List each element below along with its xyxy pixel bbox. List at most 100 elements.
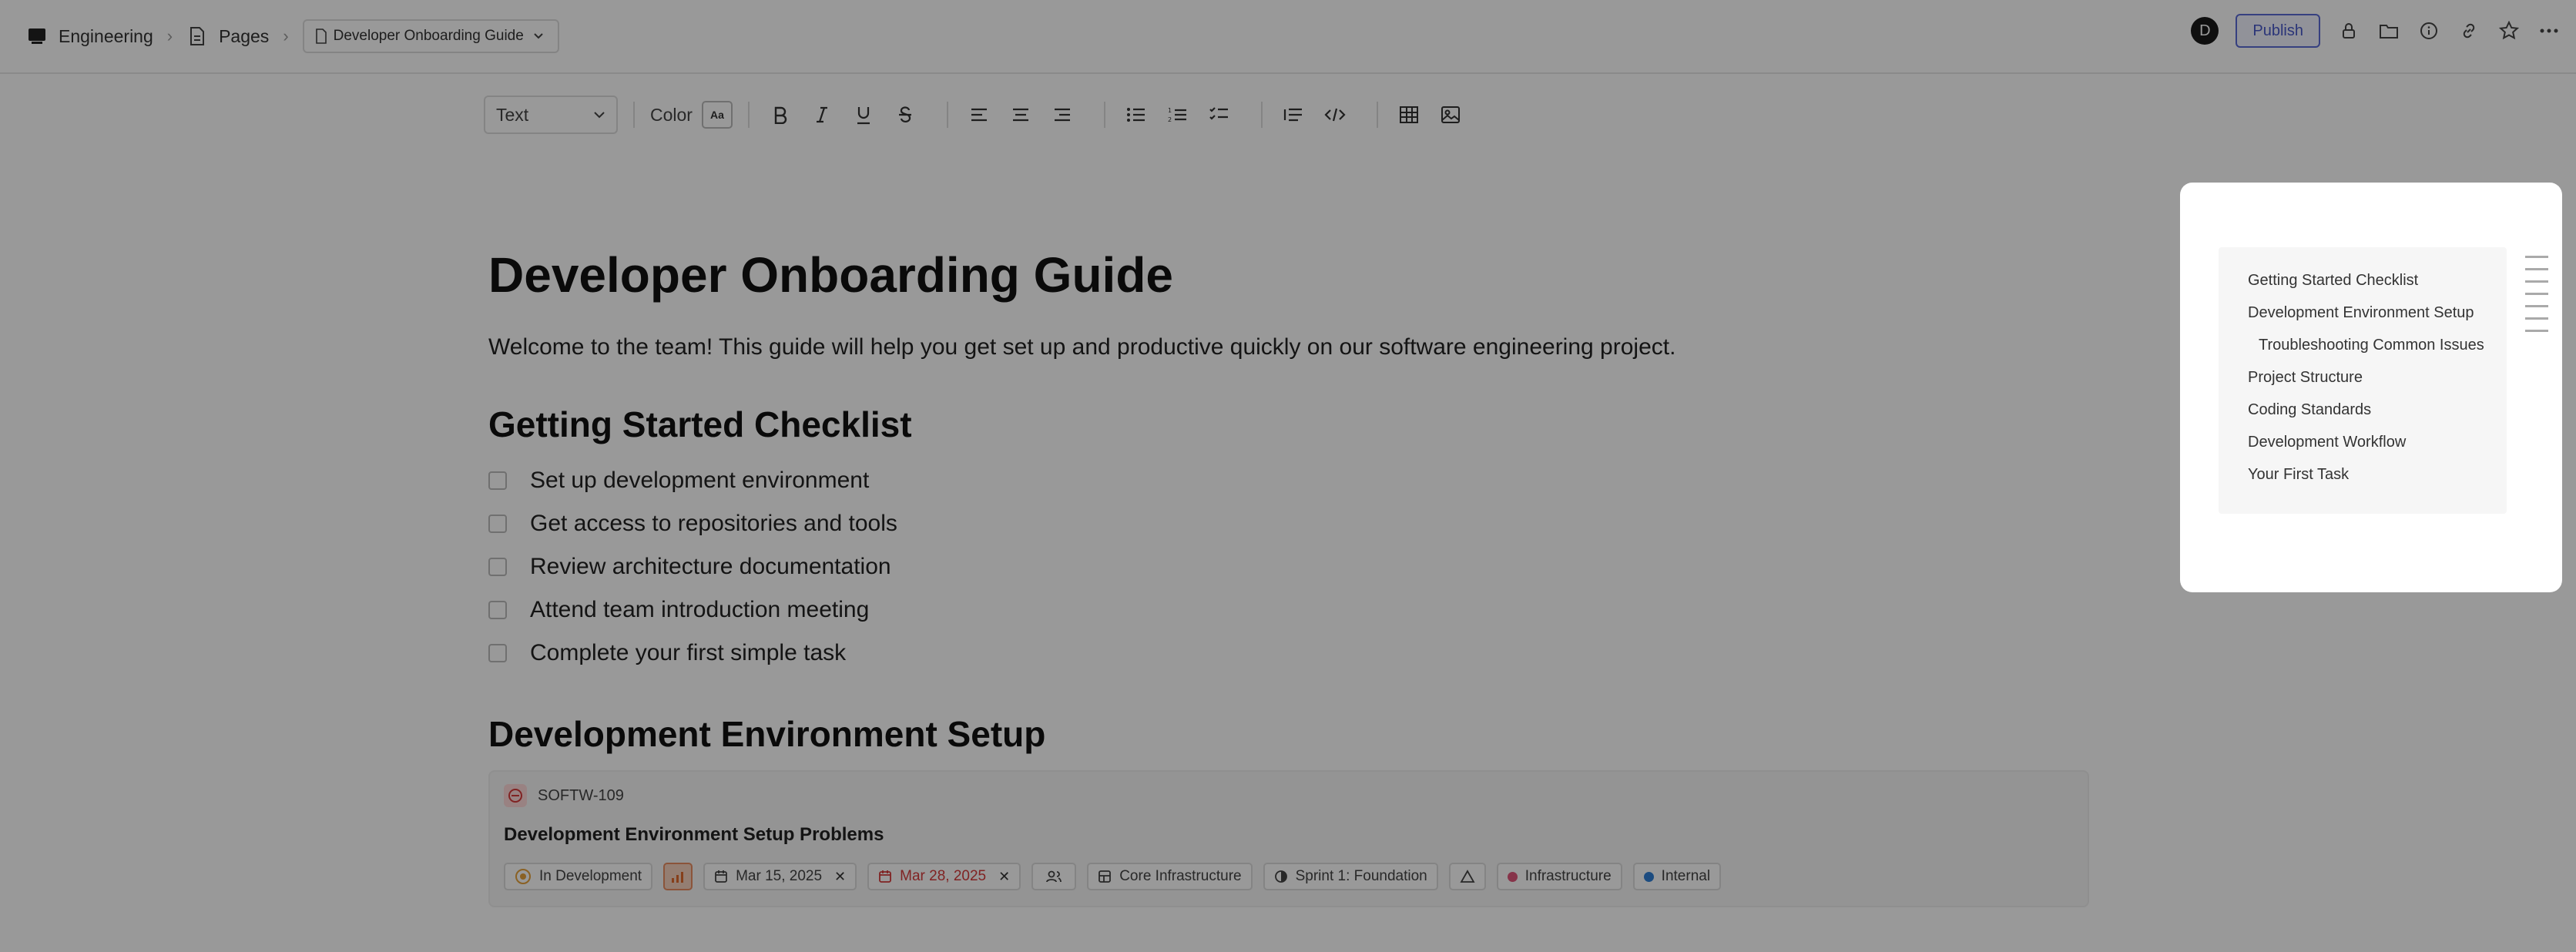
checklist: Set up development environment Get acces… xyxy=(488,459,2091,675)
status-chip[interactable]: In Development xyxy=(504,863,653,890)
estimate-chip[interactable] xyxy=(1448,863,1486,890)
priority-chip[interactable] xyxy=(663,863,693,890)
issue-card[interactable]: SOFTW-109 Development Environment Setup … xyxy=(488,770,2089,907)
checklist-item-label[interactable]: Set up development environment xyxy=(530,468,869,494)
divider xyxy=(946,102,948,128)
sprint-chip[interactable]: Sprint 1: Foundation xyxy=(1263,863,1438,890)
in-progress-icon xyxy=(515,869,531,884)
table-of-contents-panel: Getting Started Checklist Development En… xyxy=(2180,183,2562,592)
italic-icon[interactable] xyxy=(807,99,837,130)
issue-properties: In Development Mar 15, 2025 ✕ Mar 28, 202… xyxy=(504,863,2074,890)
assignee-chip[interactable] xyxy=(1031,863,1077,890)
checklist-item: Complete your first simple task xyxy=(488,632,2091,675)
quote-icon[interactable] xyxy=(1278,99,1309,130)
priority-icon xyxy=(672,872,684,883)
page-icon xyxy=(186,25,208,47)
toc-item[interactable]: Troubleshooting Common Issues xyxy=(2219,329,2507,361)
toc-item[interactable]: Your First Task xyxy=(2219,458,2507,491)
bold-icon[interactable] xyxy=(765,99,796,130)
publish-button[interactable]: Publish xyxy=(2236,14,2320,48)
checkbox[interactable] xyxy=(488,601,507,619)
breadcrumb-pages[interactable]: Pages xyxy=(186,25,269,47)
svg-text:1: 1 xyxy=(1168,107,1172,114)
checklist-item: Attend team introduction meeting xyxy=(488,588,2091,632)
calendar-icon xyxy=(879,870,892,883)
clear-icon[interactable]: ✕ xyxy=(998,869,1010,885)
folder-icon[interactable] xyxy=(2377,19,2400,42)
numbered-list-icon[interactable]: 12 xyxy=(1162,99,1193,130)
info-icon[interactable] xyxy=(2417,19,2440,42)
top-bar: Engineering › Pages › Developer Onboardi… xyxy=(0,0,2576,74)
more-icon[interactable] xyxy=(2537,19,2561,42)
bullet-list-icon[interactable] xyxy=(1121,99,1152,130)
toc-item[interactable]: Development Environment Setup xyxy=(2219,297,2507,329)
heading-dev-environment[interactable]: Development Environment Setup xyxy=(488,713,2091,755)
issue-key[interactable]: SOFTW-109 xyxy=(538,787,624,805)
align-right-icon[interactable] xyxy=(1047,99,1078,130)
code-icon[interactable] xyxy=(1320,99,1350,130)
align-left-icon[interactable] xyxy=(964,99,995,130)
checklist-item-label[interactable]: Complete your first simple task xyxy=(530,640,846,666)
checklist-icon[interactable] xyxy=(1204,99,1235,130)
breadcrumb-document[interactable]: Developer Onboarding Guide xyxy=(302,19,559,53)
blocked-icon xyxy=(504,784,527,807)
label-chip[interactable]: Internal xyxy=(1632,863,1722,890)
block-type-value: Text xyxy=(496,104,529,125)
document-body[interactable]: Developer Onboarding Guide Welcome to th… xyxy=(488,246,2091,907)
checklist-item-label[interactable]: Review architecture documentation xyxy=(530,554,891,580)
top-actions: D Publish xyxy=(2191,14,2561,48)
toc-item[interactable]: Coding Standards xyxy=(2219,394,2507,426)
label-value: Internal xyxy=(1661,868,1711,884)
label-chip[interactable]: Infrastructure xyxy=(1496,863,1622,890)
start-date-value: Mar 15, 2025 xyxy=(736,868,823,884)
checkbox[interactable] xyxy=(488,515,507,533)
block-type-select[interactable]: Text xyxy=(484,96,618,134)
breadcrumb-workspace-label: Engineering xyxy=(59,25,153,46)
toc-item[interactable]: Project Structure xyxy=(2219,361,2507,394)
align-center-icon[interactable] xyxy=(1005,99,1036,130)
star-icon[interactable] xyxy=(2497,19,2521,42)
start-date-chip[interactable]: Mar 15, 2025 ✕ xyxy=(703,863,857,890)
text-color-button[interactable]: Aa xyxy=(701,101,733,129)
checkbox[interactable] xyxy=(488,471,507,490)
breadcrumb-workspace[interactable]: Engineering xyxy=(26,25,153,47)
intro-paragraph[interactable]: Welcome to the team! This guide will hel… xyxy=(488,334,2091,360)
clear-icon[interactable]: ✕ xyxy=(834,869,846,885)
divider xyxy=(1103,102,1105,128)
divider xyxy=(1260,102,1263,128)
checkbox[interactable] xyxy=(488,644,507,662)
toc-outline-icon[interactable] xyxy=(2525,256,2548,342)
component-icon xyxy=(1098,870,1112,883)
checklist-item-label[interactable]: Get access to repositories and tools xyxy=(530,511,897,537)
chevron-down-icon xyxy=(534,33,543,39)
checkbox[interactable] xyxy=(488,558,507,576)
due-date-chip[interactable]: Mar 28, 2025 ✕ xyxy=(867,863,1021,890)
triangle-icon xyxy=(1460,870,1475,883)
format-toolbar: Text Color Aa 12 xyxy=(484,96,1477,134)
toc-item[interactable]: Development Workflow xyxy=(2219,426,2507,458)
issue-title[interactable]: Development Environment Setup Problems xyxy=(504,824,2074,846)
status-label: In Development xyxy=(539,868,642,884)
label-color-dot xyxy=(1507,871,1518,882)
due-date-value: Mar 28, 2025 xyxy=(900,868,987,884)
breadcrumb-document-label: Developer Onboarding Guide xyxy=(333,28,524,44)
image-icon[interactable] xyxy=(1435,99,1466,130)
avatar[interactable]: D xyxy=(2191,17,2219,45)
link-icon[interactable] xyxy=(2457,19,2480,42)
checklist-item: Review architecture documentation xyxy=(488,545,2091,588)
chevron-right-icon: › xyxy=(283,26,289,45)
toc-list: Getting Started Checklist Development En… xyxy=(2219,247,2507,514)
strikethrough-icon[interactable] xyxy=(890,99,921,130)
heading-getting-started[interactable]: Getting Started Checklist xyxy=(488,404,2091,445)
table-icon[interactable] xyxy=(1394,99,1424,130)
page-title[interactable]: Developer Onboarding Guide xyxy=(488,246,2091,303)
checklist-item: Set up development environment xyxy=(488,459,2091,502)
color-label: Color xyxy=(650,104,693,125)
component-chip[interactable]: Core Infrastructure xyxy=(1087,863,1253,890)
lock-icon[interactable] xyxy=(2337,19,2360,42)
underline-icon[interactable] xyxy=(848,99,879,130)
label-color-dot xyxy=(1643,871,1654,882)
component-value: Core Infrastructure xyxy=(1119,868,1242,884)
toc-item[interactable]: Getting Started Checklist xyxy=(2219,264,2507,297)
checklist-item-label[interactable]: Attend team introduction meeting xyxy=(530,597,869,623)
